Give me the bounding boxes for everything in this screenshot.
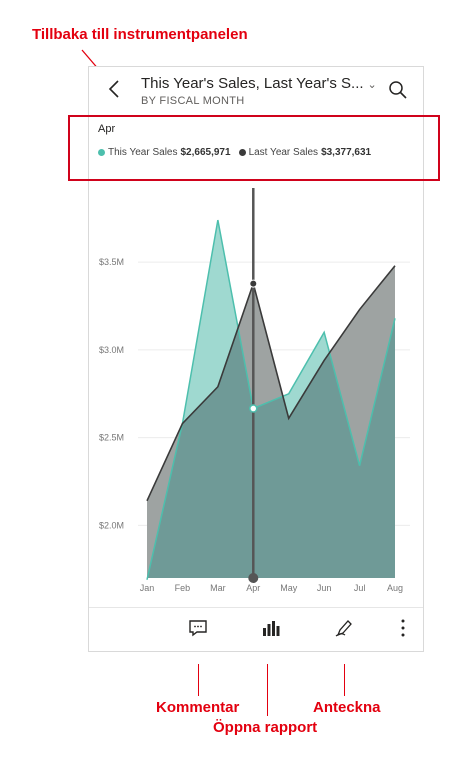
annotation-comment-line xyxy=(198,664,200,696)
annotate-button[interactable] xyxy=(332,616,356,640)
x-tick-label: Apr xyxy=(246,583,260,593)
x-tick-label: Jul xyxy=(354,583,366,593)
page-title-text: This Year's Sales, Last Year's S... xyxy=(141,75,364,92)
selection-handle xyxy=(248,573,259,583)
annotation-annotate-line xyxy=(344,664,346,696)
x-tick-label: Aug xyxy=(387,583,403,593)
y-tick-label: $3.5M xyxy=(99,257,124,267)
chevron-left-icon xyxy=(108,80,119,98)
comment-button[interactable] xyxy=(186,616,210,640)
point-last-year-selected xyxy=(249,279,258,288)
x-tick-label: Mar xyxy=(210,583,226,593)
pen-icon xyxy=(335,620,352,637)
x-tick-label: Jun xyxy=(317,583,332,593)
search-button[interactable] xyxy=(387,79,409,101)
page-subtitle: BY FISCAL MONTH xyxy=(141,95,245,107)
annotation-open-report-line xyxy=(267,664,269,716)
search-icon xyxy=(389,81,407,99)
more-icon xyxy=(401,619,405,637)
point-this-year-selected xyxy=(249,404,258,413)
y-tick-label: $2.0M xyxy=(99,520,124,530)
annotation-open-report: Öppna rapport xyxy=(213,719,318,736)
more-button[interactable] xyxy=(391,616,415,640)
annotation-annotate: Anteckna xyxy=(313,699,381,716)
x-tick-label: Jan xyxy=(140,583,155,593)
annotation-comment: Kommentar xyxy=(156,699,240,716)
bar-chart-icon xyxy=(263,621,280,636)
back-button[interactable] xyxy=(103,77,127,101)
chevron-down-icon: ⌄ xyxy=(367,79,377,91)
x-tick-label: May xyxy=(280,583,298,593)
annotation-back: Tillbaka till instrumentpanelen xyxy=(32,26,248,43)
open-report-button[interactable] xyxy=(259,616,283,640)
x-tick-label: Feb xyxy=(175,583,191,593)
comment-icon xyxy=(189,620,207,637)
y-tick-label: $2.5M xyxy=(99,433,124,443)
sales-area-chart[interactable]: $2.0M $2.5M $3.0M $3.5M Jan Feb Mar Apr May Jun Ju… xyxy=(88,180,424,600)
tooltip-highlight-box xyxy=(68,115,440,181)
page-title[interactable]: This Year's Sales, Last Year's S... ⌄ xyxy=(141,75,377,92)
y-tick-label: $3.0M xyxy=(99,345,124,355)
bottom-toolbar xyxy=(89,607,423,652)
